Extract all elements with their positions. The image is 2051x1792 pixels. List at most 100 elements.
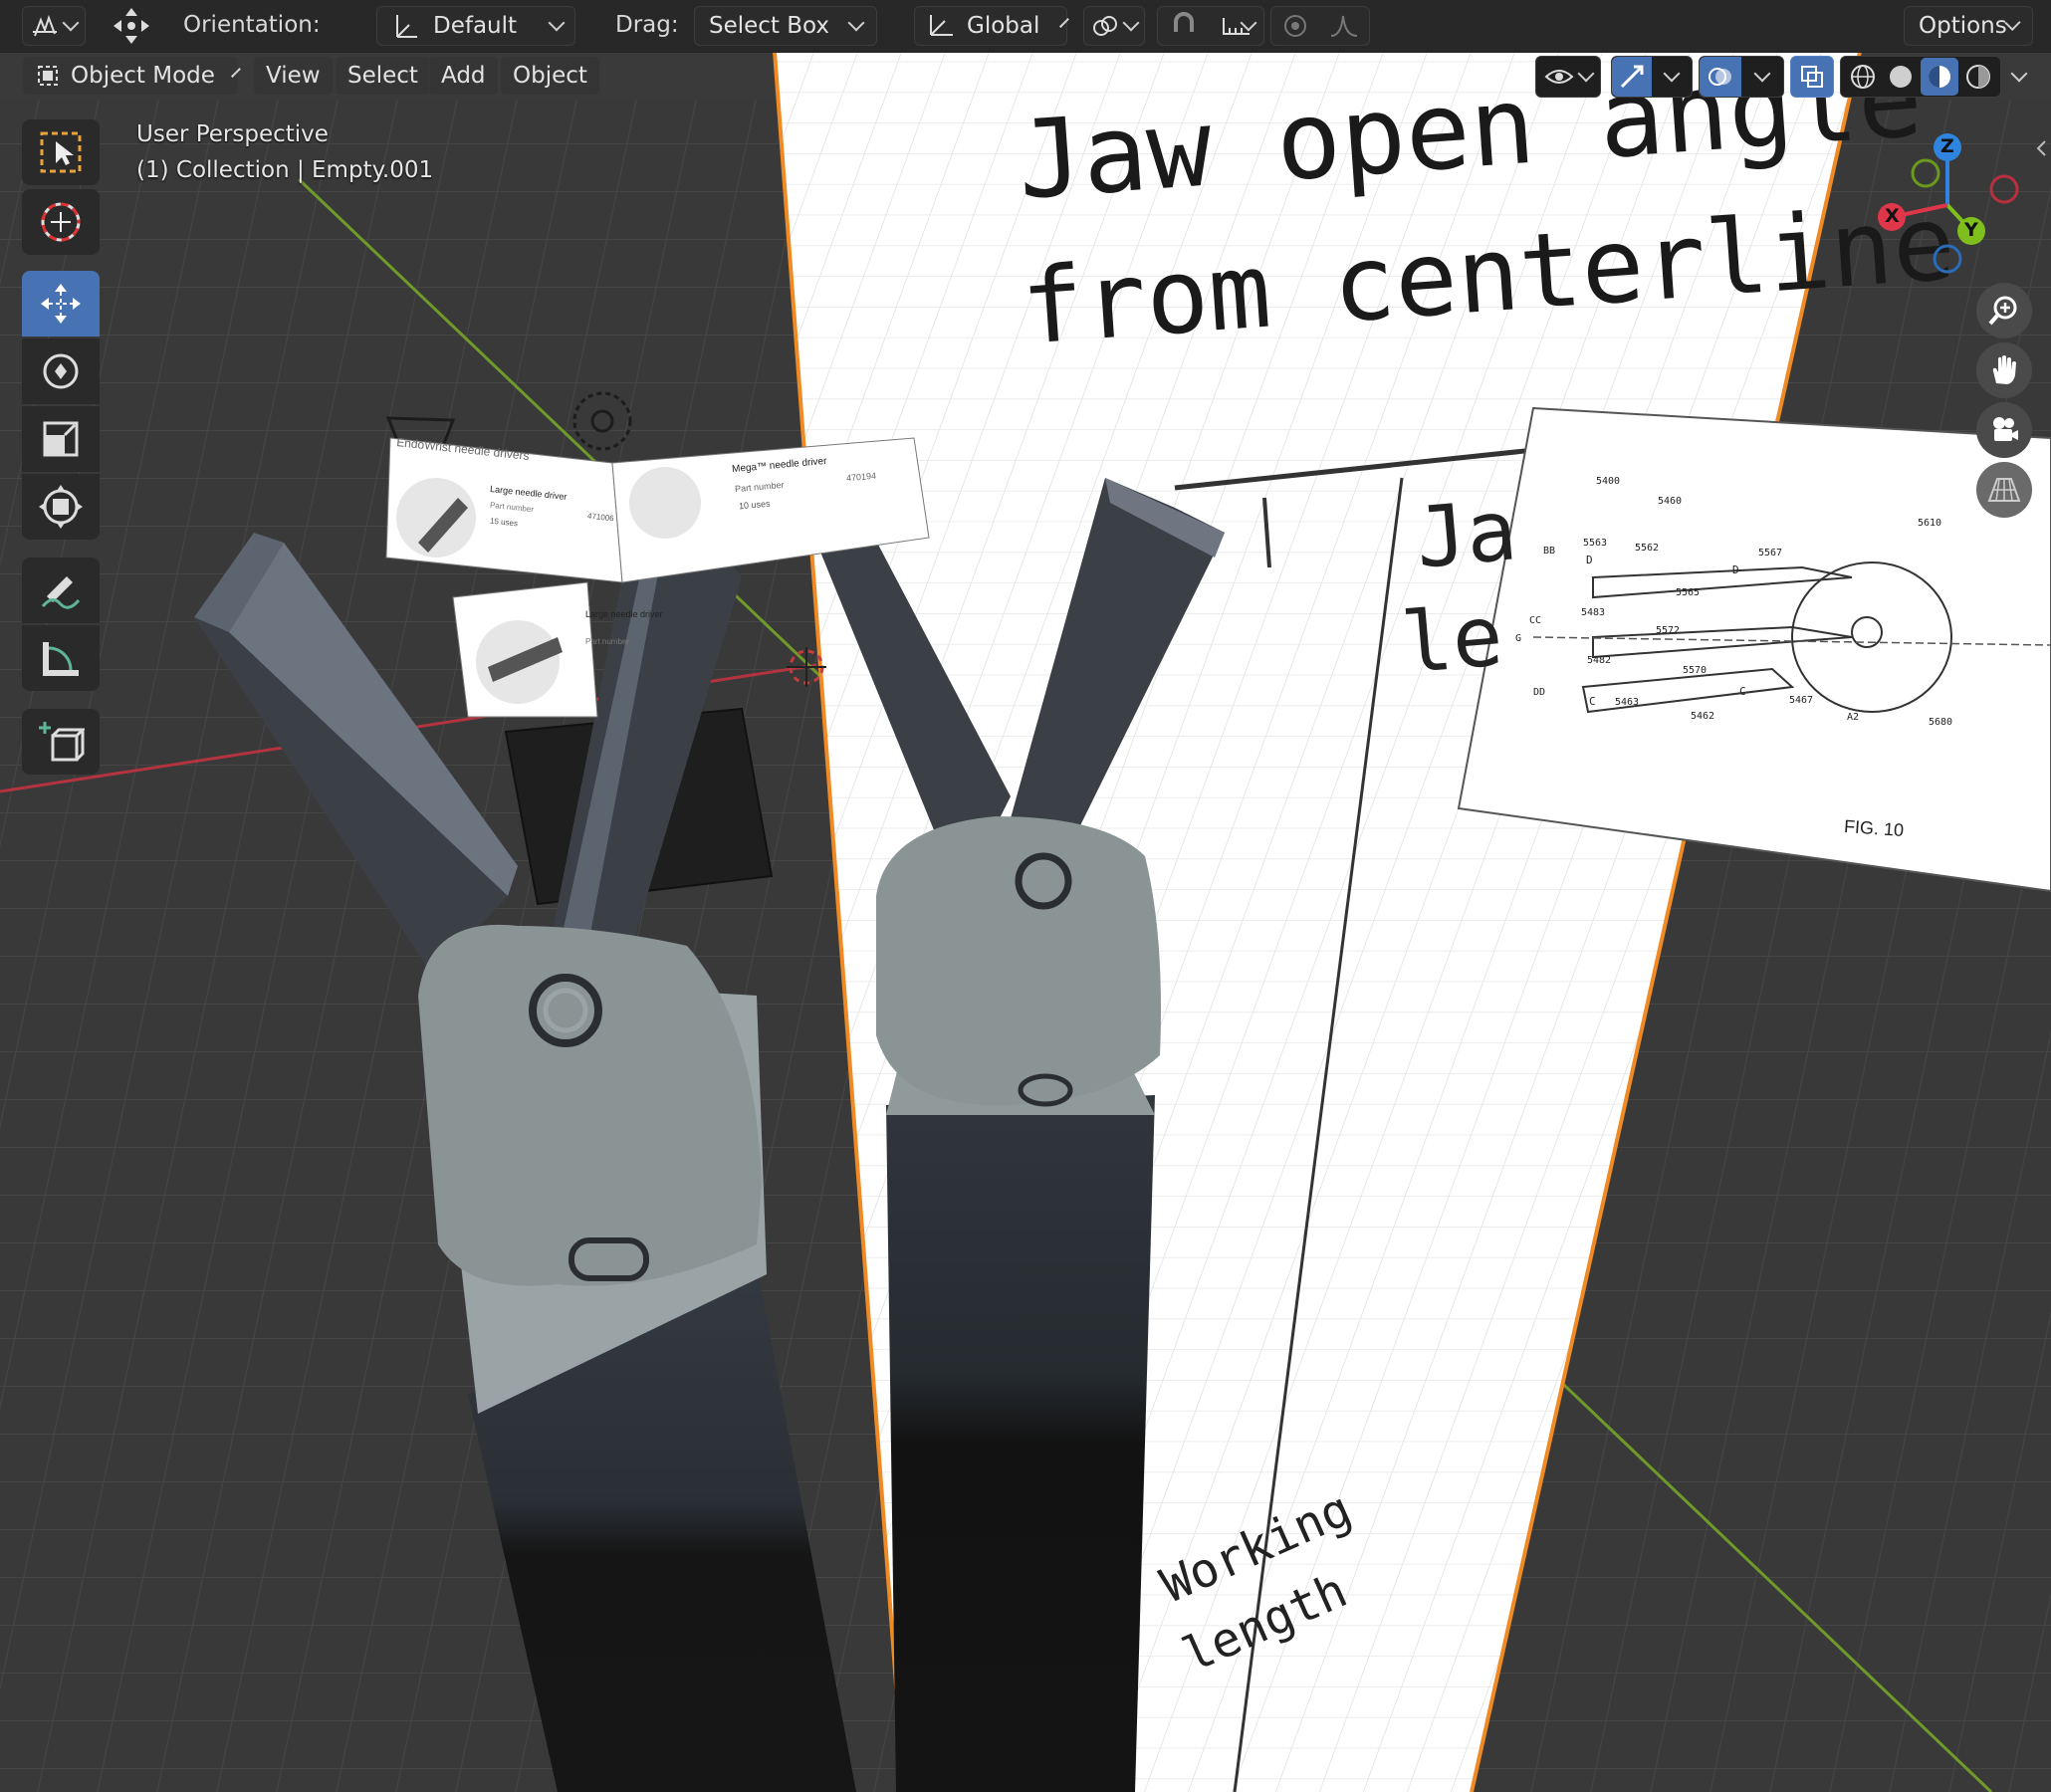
pivot-point-icon (1091, 12, 1119, 40)
camera-icon (1987, 413, 2021, 447)
snap-magnet-icon (1170, 12, 1198, 40)
chevron-down-icon (548, 14, 566, 32)
patent-label-cc: CC (1529, 615, 1542, 626)
menu-object[interactable]: Object (500, 56, 600, 96)
patent-label-bb: BB (1543, 546, 1556, 557)
menu-view[interactable]: View (253, 56, 334, 96)
overlays-icon[interactable] (1700, 57, 1741, 97)
gizmo-z-label: Z (1940, 135, 1954, 157)
move-icon (37, 280, 85, 328)
patent-label-5570: 5570 (1683, 665, 1708, 676)
menu-select[interactable]: Select (335, 56, 431, 96)
scale-tool[interactable] (22, 406, 100, 472)
proportional-edit-icon (1281, 12, 1309, 40)
chevron-down-icon (1122, 14, 1140, 32)
overlays-toggle[interactable] (1699, 56, 1784, 98)
gizmo-arrow-icon[interactable] (1612, 57, 1652, 97)
rendered-shading-icon[interactable] (1960, 59, 1996, 95)
patent-label-c2: C (1739, 685, 1746, 698)
select-box-icon (38, 129, 84, 175)
annotate-pencil-icon (37, 566, 85, 614)
transform-tool[interactable] (22, 474, 100, 540)
drag-dropdown[interactable]: Select Box (694, 6, 877, 46)
drag-value: Select Box (709, 13, 830, 39)
viewport-editor-icon (31, 12, 59, 40)
sheet-fragment-2: le (1398, 586, 1507, 693)
header-toolbar: Orientation: Default Drag: Select Box Gl… (0, 0, 2051, 53)
gizmo-toggle[interactable] (1611, 56, 1693, 98)
patent-label-g: G (1515, 633, 1522, 644)
proportional-edit-toggle[interactable] (1270, 6, 1370, 46)
camera-view-button[interactable] (1976, 402, 2032, 458)
rotate-icon (37, 347, 85, 395)
blender-window: Jaw open angle from centerline Ja le Wor… (0, 0, 2051, 1792)
cursor-icon (37, 198, 85, 246)
shading-buttons (1840, 56, 2001, 98)
mode-bar: Object Mode View Select Add Object (0, 52, 1553, 102)
select-box-tool[interactable] (22, 119, 100, 185)
options-label: Options (1919, 13, 2007, 39)
wireframe-shading-icon[interactable] (1845, 59, 1881, 95)
snap-dropdown[interactable] (1235, 6, 1262, 46)
patent-label-5680: 5680 (1929, 717, 1953, 728)
pivot-point-dropdown[interactable] (1083, 6, 1145, 46)
patent-label-5467: 5467 (1789, 695, 1814, 706)
patent-label-5483: 5483 (1581, 607, 1606, 618)
add-cube-icon (37, 718, 85, 766)
gizmo-x-label: X (1885, 205, 1900, 227)
chevron-down-icon (2010, 65, 2028, 83)
patent-label-5400: 5400 (1596, 476, 1621, 487)
orientation-icon (389, 11, 419, 41)
xray-icon (1799, 64, 1825, 90)
navigation-gizmo[interactable]: Z Y X (1862, 127, 2021, 277)
transform-icon (37, 483, 85, 531)
transform-orientation-dropdown[interactable]: Global (914, 6, 1070, 46)
chevron-down-icon (1663, 65, 1681, 83)
chevron-down-icon (1240, 14, 1257, 32)
patent-label-5562: 5562 (1635, 543, 1660, 554)
patent-label-5462: 5462 (1691, 711, 1715, 722)
options-dropdown[interactable]: Options (1904, 6, 2033, 46)
add-cube-tool[interactable] (22, 709, 100, 775)
perspective-toggle-button[interactable] (1976, 462, 2032, 518)
visibility-dropdown[interactable] (1535, 56, 1601, 98)
mode-value: Object Mode (71, 63, 215, 89)
patent-caption: FIG. 10 (1843, 815, 1905, 841)
patent-label-5460: 5460 (1658, 496, 1683, 507)
patent-label-d2: D (1732, 563, 1739, 576)
chevron-down-icon (230, 68, 241, 78)
transform-gizmo-button[interactable] (104, 6, 159, 46)
zoom-button[interactable] (1976, 283, 2032, 338)
pan-button[interactable] (1976, 342, 2032, 398)
patent-label-5463: 5463 (1615, 697, 1640, 708)
xray-toggle[interactable] (1790, 56, 1834, 98)
scale-icon (37, 415, 85, 463)
move-tool[interactable] (22, 271, 100, 336)
chevron-down-icon (1059, 18, 1070, 28)
viewport-perspective-label: User Perspective (136, 121, 329, 147)
patent-label-5565: 5565 (1676, 587, 1701, 598)
card3-part-label: Part number (585, 637, 630, 646)
patent-label-5567: 5567 (1758, 548, 1783, 559)
sidebar-toggle[interactable] (2031, 133, 2051, 163)
material-shading-icon[interactable] (1921, 58, 1958, 96)
global-axis-icon (925, 11, 955, 41)
patent-label-5482: 5482 (1587, 655, 1612, 666)
orientation-label: Orientation: (183, 12, 321, 38)
zoom-icon (1987, 294, 2021, 328)
shading-dropdown[interactable] (2001, 56, 2037, 98)
orientation-dropdown[interactable]: Default (376, 6, 575, 46)
menu-add[interactable]: Add (428, 56, 499, 96)
cursor-tool[interactable] (22, 189, 100, 255)
rotate-tool[interactable] (22, 338, 100, 404)
measure-tool[interactable] (22, 625, 100, 691)
patent-label-5610: 5610 (1918, 518, 1942, 529)
object-mode-dropdown[interactable]: Object Mode (22, 56, 241, 96)
editor-type-button[interactable] (22, 6, 86, 46)
patent-label-dd: DD (1533, 687, 1546, 698)
annotate-tool[interactable] (22, 558, 100, 623)
move-gizmo-icon (112, 6, 151, 46)
measure-ruler-icon (37, 634, 85, 682)
chevron-left-icon (2035, 139, 2047, 157)
solid-shading-icon[interactable] (1883, 59, 1919, 95)
